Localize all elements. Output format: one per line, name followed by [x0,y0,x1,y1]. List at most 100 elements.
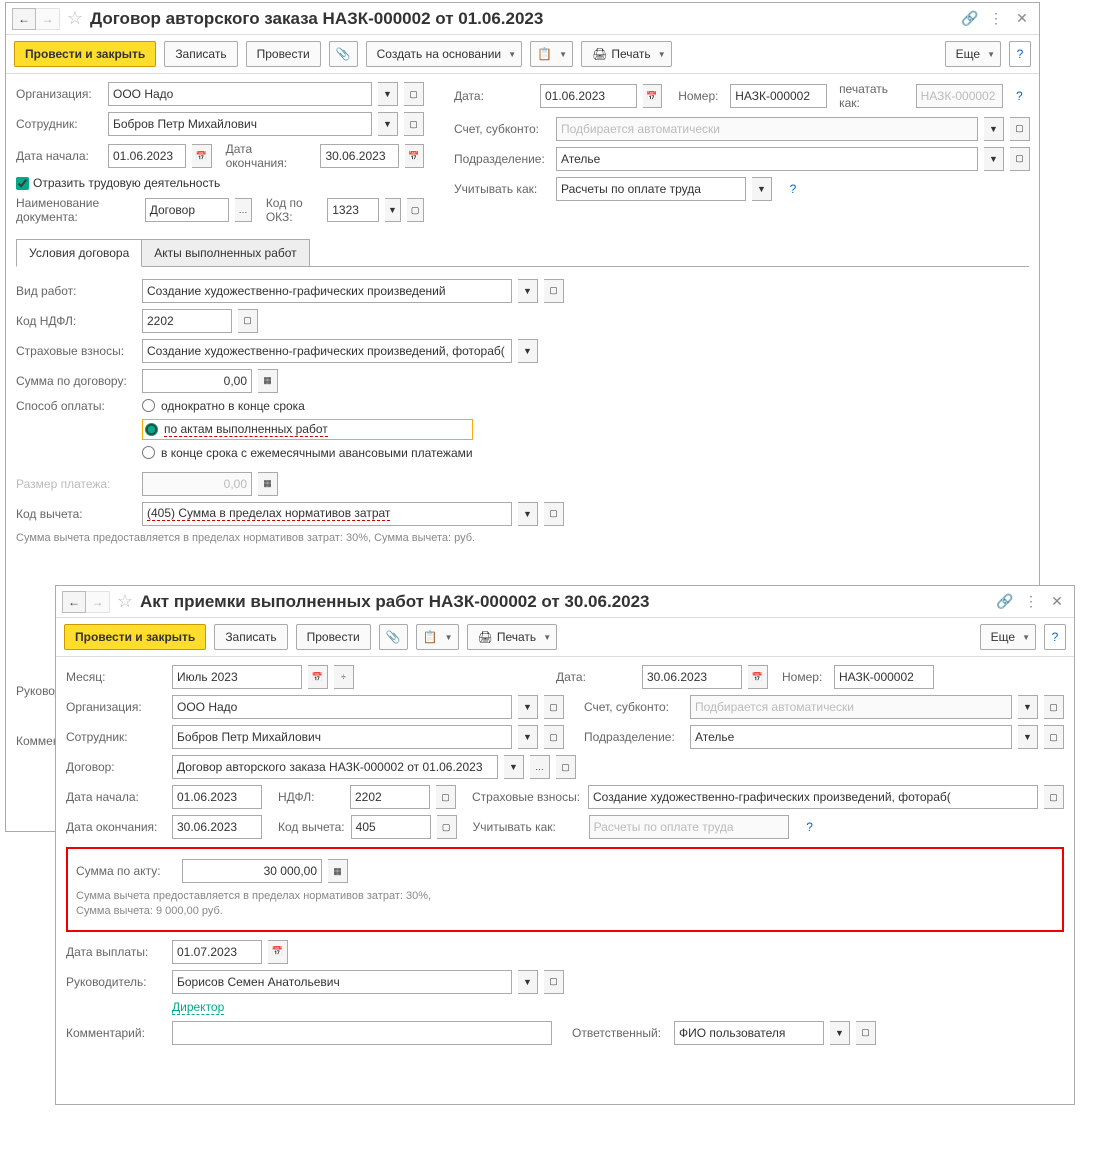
num-input[interactable]: НАЗК-000002 [834,665,934,689]
chevron-down-icon[interactable]: ▼ [830,1021,850,1045]
back-button[interactable]: ← [12,8,36,30]
chevron-down-icon[interactable]: ▼ [1018,725,1038,749]
open-icon[interactable]: ▢ [238,309,258,333]
ndfl-input[interactable]: 2202 [142,309,232,333]
chevron-down-icon[interactable]: ▼ [518,725,538,749]
open-icon[interactable]: ▢ [1010,117,1030,141]
chevron-down-icon[interactable]: ▼ [378,112,398,136]
docname-input[interactable]: Договор [145,198,229,222]
dend-input[interactable]: 30.06.2023 [320,144,398,168]
calendar-icon[interactable]: 📅 [748,665,768,689]
menu-icon[interactable]: ⋮ [1020,591,1042,613]
forward-button[interactable]: → [36,8,60,30]
chevron-down-icon[interactable]: ▼ [518,339,538,363]
emp-input[interactable]: Бобров Петр Михайлович [108,112,372,136]
more-button[interactable]: Еще [945,41,1001,67]
open-icon[interactable]: ▢ [556,755,576,779]
consider-input[interactable]: Расчеты по оплате труда [556,177,746,201]
open-icon[interactable]: ▢ [1044,725,1064,749]
help-button[interactable]: ? [1009,41,1031,67]
calendar-icon[interactable]: 📅 [268,940,288,964]
actsum-input[interactable]: 30 000,00 [182,859,322,883]
more-button[interactable]: Еще [980,624,1036,650]
open-icon[interactable]: ▢ [856,1021,876,1045]
tab-terms[interactable]: Условия договора [16,239,142,267]
calendar-icon[interactable]: 📅 [643,84,662,108]
ins-input[interactable]: Создание художественно-графических произ… [588,785,1038,809]
chevron-down-icon[interactable]: ▼ [1018,695,1038,719]
calc-icon[interactable]: ▦ [258,369,278,393]
calc-icon[interactable]: ▦ [328,859,348,883]
chevron-down-icon[interactable]: ▼ [752,177,772,201]
month-input[interactable]: Июль 2023 [172,665,302,689]
calendar-icon[interactable]: 📅 [192,144,211,168]
org-input[interactable]: ООО Надо [108,82,372,106]
dstart-input[interactable]: 01.06.2023 [172,785,262,809]
open-icon[interactable]: ▢ [544,502,564,526]
forward-button[interactable]: → [86,591,110,613]
help-icon[interactable]: ? [799,815,821,839]
printas-input[interactable]: НАЗК-000002 [916,84,1003,108]
print-button[interactable]: 🖨Печать [467,624,558,650]
link-icon[interactable]: 🔗 [994,591,1016,613]
help-icon[interactable]: ? [782,177,804,201]
comm-input[interactable] [172,1021,552,1045]
dend-input[interactable]: 30.06.2023 [172,815,262,839]
close-icon[interactable]: ✕ [1046,591,1068,613]
write-button[interactable]: Записать [164,41,237,67]
pay-monthly-radio[interactable] [142,446,155,459]
open-icon[interactable]: ▢ [404,112,424,136]
open-icon[interactable]: ▢ [1010,147,1030,171]
calendar-icon[interactable]: 📅 [308,665,328,689]
open-icon[interactable]: ▢ [404,82,424,106]
print-button[interactable]: 🖨Печать [581,41,672,67]
star-icon[interactable]: ☆ [64,8,86,30]
okz-input[interactable]: 1323 [327,198,378,222]
attach-button[interactable]: 📎 [329,41,358,67]
worktype-input[interactable]: Создание художественно-графических произ… [142,279,512,303]
stepper-icon[interactable]: ÷ [334,665,354,689]
deduct-input[interactable]: (405) Сумма в пределах нормативов затрат [142,502,512,526]
ins-input[interactable]: Создание художественно-графических произ… [142,339,512,363]
org-input[interactable]: ООО Надо [172,695,512,719]
open-icon[interactable]: ▢ [544,695,564,719]
chevron-down-icon[interactable]: ▼ [504,755,524,779]
chevron-down-icon[interactable]: ▼ [518,970,538,994]
open-icon[interactable]: ▢ [544,970,564,994]
mgr-position-link[interactable]: Директор [172,1000,224,1015]
post-button[interactable]: Провести [296,624,371,650]
chevron-down-icon[interactable]: ▼ [518,695,538,719]
clipboard-button[interactable]: 📋 [416,624,459,650]
attach-button[interactable]: 📎 [379,624,408,650]
emp-input[interactable]: Бобров Петр Михайлович [172,725,512,749]
contract-input[interactable]: Договор авторского заказа НАЗК-000002 от… [172,755,498,779]
acc-input[interactable]: Подбирается автоматически [690,695,1012,719]
write-button[interactable]: Записать [214,624,287,650]
help-icon[interactable]: ? [1009,84,1030,108]
dept-input[interactable]: Ателье [556,147,978,171]
dstart-input[interactable]: 01.06.2023 [108,144,186,168]
chevron-down-icon[interactable]: ▼ [518,279,538,303]
date-input[interactable]: 30.06.2023 [642,665,742,689]
deduct-input[interactable]: 405 [351,815,431,839]
clipboard-button[interactable]: 📋 [530,41,573,67]
reflect-checkbox[interactable] [16,177,29,190]
post-button[interactable]: Провести [246,41,321,67]
create-based-button[interactable]: Создать на основании [366,41,523,67]
star-icon[interactable]: ☆ [114,591,136,613]
chevron-down-icon[interactable]: ▼ [518,502,538,526]
open-icon[interactable]: ▢ [1044,785,1064,809]
calendar-icon[interactable]: 📅 [405,144,424,168]
ellipsis-icon[interactable]: … [235,198,252,222]
open-icon[interactable]: ▢ [437,815,457,839]
ellipsis-icon[interactable]: … [530,755,550,779]
sum-input[interactable]: 0,00 [142,369,252,393]
pay-once-radio[interactable] [142,399,155,412]
tab-acts[interactable]: Акты выполненных работ [141,239,309,266]
paydate-input[interactable]: 01.07.2023 [172,940,262,964]
link-icon[interactable]: 🔗 [959,8,981,30]
open-icon[interactable]: ▢ [544,725,564,749]
mgr-input[interactable]: Борисов Семен Анатольевич [172,970,512,994]
back-button[interactable]: ← [62,591,86,613]
open-icon[interactable]: ▢ [436,785,456,809]
